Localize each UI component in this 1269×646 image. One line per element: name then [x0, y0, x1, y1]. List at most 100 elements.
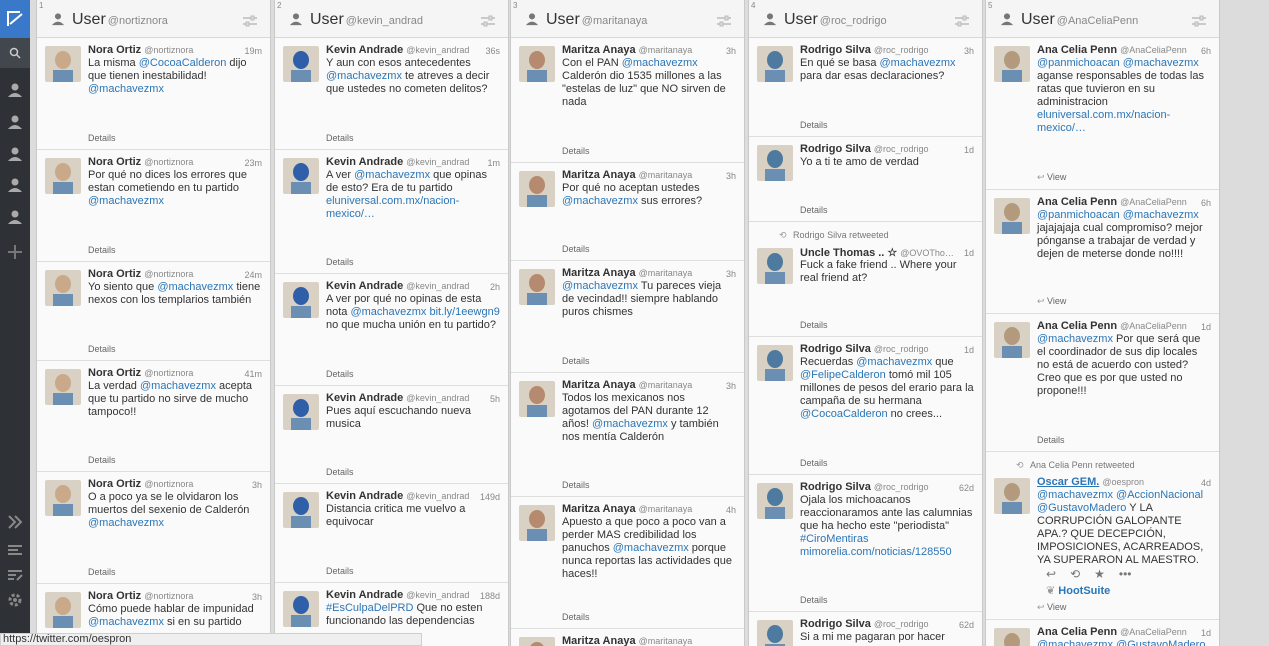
list-edit-icon[interactable]	[0, 561, 30, 589]
avatar[interactable]	[519, 269, 555, 305]
details-link[interactable]: Details	[800, 205, 828, 215]
tweet-item[interactable]: Maritza Anaya @maritanaya 3h Con el PAN @ma…	[511, 38, 744, 163]
tweet-item[interactable]: Nora Ortiz @nortiznora 19m La misma @CocoaC…	[37, 38, 270, 150]
tweet-link[interactable]: bit.ly/1eewgn9	[430, 306, 500, 318]
tweet-item[interactable]: Rodrigo Silva @roc_rodrigo 62d Ojala los mi…	[749, 475, 982, 612]
details-link[interactable]: Details	[562, 244, 590, 254]
column-title[interactable]: User @kevin_andrad	[310, 11, 423, 29]
column-settings-icon[interactable]	[716, 14, 732, 32]
details-link[interactable]: Details	[800, 595, 828, 605]
avatar[interactable]	[757, 483, 793, 519]
tweet-link[interactable]: @CocoaCalderon	[139, 57, 227, 69]
details-link[interactable]: Details	[326, 257, 354, 267]
tweet-link[interactable]: #CiroMentiras	[800, 533, 868, 545]
avatar[interactable]	[283, 492, 319, 528]
tweet-time[interactable]: 3h	[726, 381, 736, 391]
view-link[interactable]: ↩ View	[1037, 296, 1066, 307]
tweet-link[interactable]: @machavezmx	[562, 280, 638, 292]
avatar[interactable]	[994, 46, 1030, 82]
tweet-time[interactable]: 3h	[726, 171, 736, 181]
tweet-link[interactable]: @machavezmx	[613, 542, 689, 554]
tweet-time[interactable]: 36s	[485, 46, 500, 56]
hootsuite-logo-icon[interactable]	[0, 0, 30, 38]
add-stream-icon[interactable]	[0, 238, 30, 266]
details-link[interactable]: Details	[88, 567, 116, 577]
tweet-link[interactable]: eluniversal.com.mx/nacion-mexico/…	[326, 195, 459, 220]
tweet-item[interactable]: Nora Ortiz @nortiznora 41m La verdad @macha…	[37, 361, 270, 472]
tweet-time[interactable]: 1d	[964, 345, 974, 355]
details-link[interactable]: Details	[1037, 435, 1065, 445]
avatar[interactable]	[519, 46, 555, 82]
tweet-link[interactable]: @machavezmx	[88, 616, 164, 628]
tweet-author[interactable]: Kevin Andrade @kevin_andrad	[326, 156, 469, 168]
tweet-link[interactable]: @GustavoMadero	[1037, 502, 1126, 514]
tweet-link[interactable]: @GustavoMadero	[1116, 639, 1205, 646]
avatar[interactable]	[45, 480, 81, 516]
avatar[interactable]	[283, 282, 319, 318]
tweet-link[interactable]: @machavezmx	[592, 418, 668, 430]
tweet-author[interactable]: Rodrigo Silva @roc_rodrigo	[800, 618, 929, 630]
details-link[interactable]: Details	[88, 133, 116, 143]
tweet-link[interactable]: mimorelia.com/noticias/128550	[800, 546, 952, 558]
avatar[interactable]	[994, 198, 1030, 234]
tweet-author[interactable]: Maritza Anaya @maritanaya	[562, 169, 692, 181]
avatar[interactable]	[45, 270, 81, 306]
tweet-link[interactable]: @machavezmx	[1037, 639, 1113, 646]
tweet-time[interactable]: 62d	[959, 483, 974, 493]
column-settings-icon[interactable]	[1191, 14, 1207, 32]
user-stream-icon[interactable]	[0, 171, 30, 199]
tweet-author[interactable]: Maritza Anaya @maritanaya	[562, 44, 692, 56]
column-settings-icon[interactable]	[480, 14, 496, 32]
avatar[interactable]	[45, 592, 81, 628]
tweet-author[interactable]: Maritza Anaya @maritanaya	[562, 503, 692, 515]
details-link[interactable]: Details	[800, 320, 828, 330]
details-link[interactable]: Details	[800, 120, 828, 130]
tweet-time[interactable]: 41m	[244, 369, 262, 379]
tweet-link[interactable]: @machavezmx	[622, 57, 698, 69]
tweet-item[interactable]: Kevin Andrade @kevin_andrad 149d Distancia …	[275, 484, 508, 583]
column-settings-icon[interactable]	[242, 14, 258, 32]
user-stream-icon[interactable]	[0, 140, 30, 168]
tweet-item[interactable]: Maritza Anaya @maritanaya 3h Por qué no ace…	[511, 163, 744, 261]
tweet-time[interactable]: 4d	[1201, 478, 1211, 488]
user-stream-icon[interactable]	[0, 108, 30, 136]
avatar[interactable]	[519, 381, 555, 417]
tweet-item[interactable]: Kevin Andrade @kevin_andrad 1m A ver @macha…	[275, 150, 508, 274]
tweet-time[interactable]: 24m	[244, 270, 262, 280]
tweet-author[interactable]: Ana Celia Penn @AnaCeliaPenn	[1037, 626, 1187, 638]
tweet-time[interactable]: 62d	[959, 620, 974, 630]
tweet-link[interactable]: @panmichoacan	[1037, 209, 1120, 221]
tweet-author[interactable]: Maritza Anaya @maritanaya	[562, 635, 692, 646]
avatar[interactable]	[757, 46, 793, 82]
tweet-link[interactable]: @machavezmx	[1037, 489, 1113, 501]
tweet-link[interactable]: @machavezmx	[88, 83, 164, 95]
tweet-author[interactable]: Rodrigo Silva @roc_rodrigo	[800, 343, 929, 355]
tweet-link[interactable]: @machavezmx	[880, 57, 956, 69]
avatar[interactable]	[994, 322, 1030, 358]
favorite-icon[interactable]: ★	[1094, 567, 1105, 581]
tweet-item[interactable]: Kevin Andrade @kevin_andrad 5h Pues aquí es…	[275, 386, 508, 484]
tweet-author[interactable]: Rodrigo Silva @roc_rodrigo	[800, 481, 929, 493]
column-settings-icon[interactable]	[954, 14, 970, 32]
avatar[interactable]	[45, 158, 81, 194]
tweet-item[interactable]: Rodrigo Silva @roc_rodrigo 62d Si a mi me p…	[749, 612, 982, 646]
tweet-author[interactable]: Ana Celia Penn @AnaCeliaPenn	[1037, 196, 1187, 208]
tweet-time[interactable]: 1d	[1201, 628, 1211, 638]
tweet-author[interactable]: Maritza Anaya @maritanaya	[562, 267, 692, 279]
column-title[interactable]: User @nortiznora	[72, 11, 168, 29]
tweet-time[interactable]: 3h	[726, 269, 736, 279]
tweet-item[interactable]: Kevin Andrade @kevin_andrad 2h A ver por qu…	[275, 274, 508, 386]
tweet-link[interactable]: @machavezmx	[1123, 209, 1199, 221]
tweet-author[interactable]: Kevin Andrade @kevin_andrad	[326, 44, 469, 56]
tweet-link[interactable]: eluniversal.com.mx/nacion-mexico/…	[1037, 109, 1170, 134]
tweet-link[interactable]: @AccionNacional	[1116, 489, 1203, 501]
tweet-author[interactable]: Kevin Andrade @kevin_andrad	[326, 589, 469, 601]
tweet-time[interactable]: 188d	[480, 591, 500, 601]
tweet-item[interactable]: Nora Ortiz @nortiznora 3h O a poco ya se le…	[37, 472, 270, 584]
tweet-item[interactable]: Maritza Anaya @maritanaya 4h Apuesto a que …	[511, 497, 744, 629]
tweet-author[interactable]: Nora Ortiz @nortiznora	[88, 156, 193, 168]
avatar[interactable]	[45, 46, 81, 82]
tweet-item[interactable]: Rodrigo Silva @roc_rodrigo 3h En qué se bas…	[749, 38, 982, 137]
column-title[interactable]: User @maritanaya	[546, 11, 647, 29]
list-settings-icon[interactable]	[0, 536, 30, 564]
